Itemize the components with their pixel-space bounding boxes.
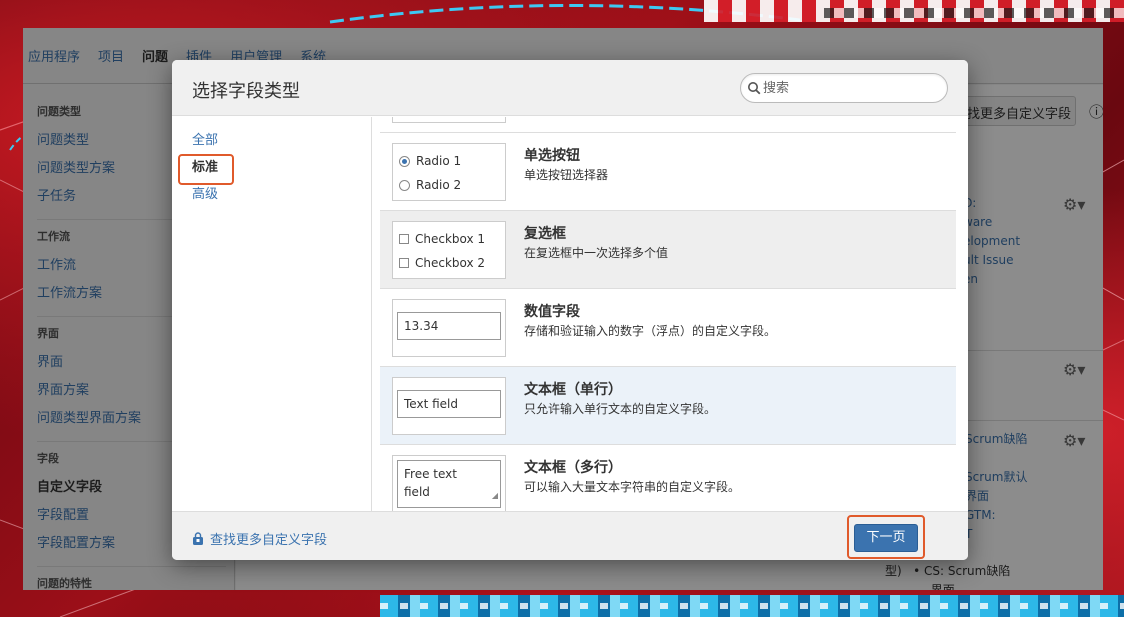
- field-category-nav: 全部 标准 高级: [172, 117, 372, 511]
- preview-radio-1: Radio 1: [399, 154, 461, 168]
- field-preview: Free text field ◢: [392, 455, 506, 511]
- field-type-checkboxes[interactable]: Checkbox 1 Checkbox 2 复选框 在复选框中一次选择多个值: [380, 211, 956, 289]
- field-type-description: 可以输入大量文本字符串的自定义字段。: [524, 480, 741, 494]
- nav-item-standard[interactable]: 标准: [172, 154, 371, 185]
- preview-label: Radio 2: [416, 178, 462, 192]
- dialog-title: 选择字段类型: [192, 81, 300, 102]
- preview-checkbox-1: Checkbox 1: [399, 232, 485, 246]
- marketplace-icon: [193, 531, 203, 545]
- dialog-footer: 查找更多自定义字段 下一页: [172, 511, 968, 560]
- field-type-list: Radio 1 Radio 2 单选按钮 单选按钮选择器 Checkbox 1 …: [372, 117, 968, 511]
- radio-icon: [399, 179, 410, 191]
- radio-selected-icon: [399, 155, 410, 167]
- resize-grip-icon: ◢: [491, 491, 498, 500]
- field-type-name: 单选按钮: [524, 148, 580, 164]
- field-preview: 13.34: [392, 299, 506, 357]
- select-field-type-dialog: 选择字段类型 全部 标准 高级 Radio 1: [172, 60, 968, 560]
- field-preview: Text field: [392, 377, 506, 435]
- field-type-description: 存储和验证输入的数字（浮点）的自定义字段。: [524, 324, 777, 338]
- field-preview: Radio 1 Radio 2: [392, 143, 506, 201]
- next-page-button[interactable]: 下一页: [854, 524, 918, 552]
- search-input[interactable]: [763, 78, 941, 98]
- field-type-description: 单选按钮选择器: [524, 168, 609, 182]
- field-type-text-multi-line[interactable]: Free text field ◢ 文本框（多行） 可以输入大量文本字符串的自定…: [380, 445, 956, 511]
- preview-label: Checkbox 1: [415, 232, 486, 246]
- search-box[interactable]: [740, 73, 948, 103]
- preview-label: Free text field: [404, 467, 457, 499]
- nav-item-advanced[interactable]: 高级: [172, 181, 371, 208]
- checkbox-icon: [399, 234, 409, 244]
- field-type-number[interactable]: 13.34 数值字段 存储和验证输入的数字（浮点）的自定义字段。: [380, 289, 956, 367]
- search-icon: [748, 82, 761, 95]
- preview-text-input: Text field: [397, 390, 501, 418]
- preview-number-input: 13.34: [397, 312, 501, 340]
- field-preview: [392, 117, 506, 123]
- field-preview: Checkbox 1 Checkbox 2: [392, 221, 506, 279]
- find-more-label[interactable]: 查找更多自定义字段: [210, 529, 327, 548]
- field-type-name: 文本框（多行）: [524, 460, 622, 476]
- field-type-text-single-line[interactable]: Text field 文本框（单行） 只允许输入单行文本的自定义字段。: [380, 367, 956, 445]
- field-type-name: 复选框: [524, 226, 566, 242]
- field-type-radio-buttons[interactable]: Radio 1 Radio 2 单选按钮 单选按钮选择器: [380, 133, 956, 211]
- nav-item-all[interactable]: 全部: [172, 127, 371, 154]
- list-item[interactable]: [380, 117, 956, 133]
- preview-checkbox-2: Checkbox 2: [399, 256, 485, 270]
- checkbox-icon: [399, 258, 409, 268]
- field-type-description: 在复选框中一次选择多个值: [524, 246, 669, 260]
- field-type-name: 文本框（单行）: [524, 382, 622, 398]
- preview-textarea: Free text field ◢: [397, 460, 501, 508]
- field-type-description: 只允许输入单行文本的自定义字段。: [524, 402, 717, 416]
- field-type-name: 数值字段: [524, 304, 580, 320]
- next-button-highlight: 下一页: [847, 515, 925, 559]
- preview-radio-2: Radio 2: [399, 178, 461, 192]
- dialog-header: 选择字段类型: [172, 60, 968, 116]
- preview-label: Radio 1: [416, 154, 462, 168]
- preview-label: Checkbox 2: [415, 256, 486, 270]
- find-more-custom-fields-link[interactable]: 查找更多自定义字段: [192, 529, 327, 548]
